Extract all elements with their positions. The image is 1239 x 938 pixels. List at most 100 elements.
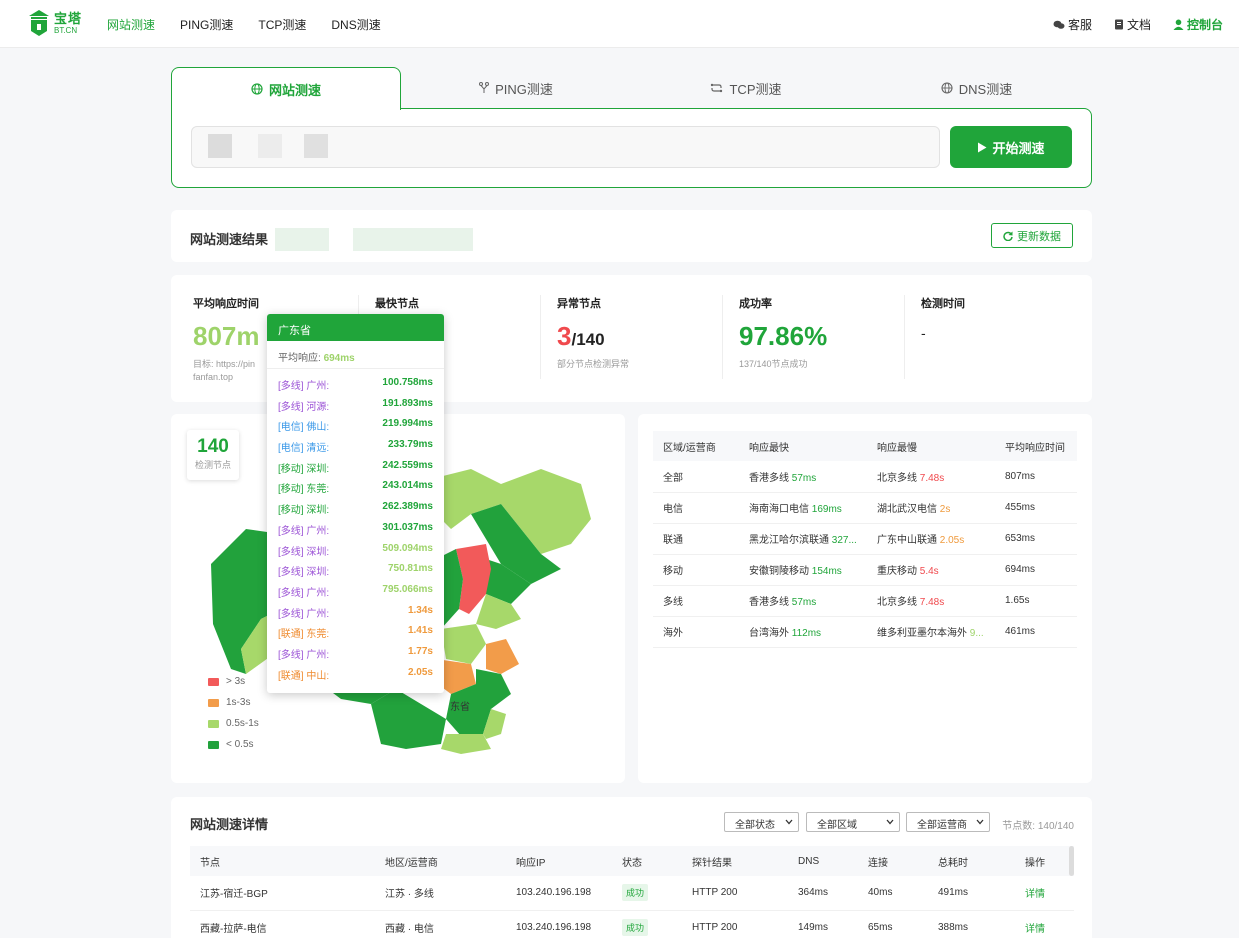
fastest-name: 海南海口电信 — [749, 504, 809, 515]
region-filter-select[interactable]: 全部区域 — [806, 812, 900, 832]
legend-item-1-3s[interactable]: 1s-3s — [208, 692, 259, 713]
refresh-data-button[interactable]: 更新数据 — [991, 223, 1073, 248]
top-nav: 宝塔 BT.CN 网站测速 PING测速 TCP测速 DNS测速 客服 文档 控… — [0, 0, 1239, 48]
th-ip: 响应IP — [506, 846, 612, 876]
nav-link-ping[interactable]: PING测速 — [180, 16, 233, 33]
detail-table-row[interactable]: 江苏-宿迁-BGP 江苏 · 多线 103.240.196.198 成功 HTTP 20… — [190, 876, 1074, 911]
tooltip-node-row: [移动] 深圳: 242.559ms — [267, 456, 444, 477]
isp-filter-select[interactable]: 全部运营商 — [906, 812, 990, 832]
fastest-name: 香港多线 — [749, 472, 789, 484]
redacted-block — [304, 134, 328, 158]
start-test-button[interactable]: 开始测速 — [950, 126, 1072, 168]
legend-swatch-orange — [208, 698, 219, 707]
map-region-yunnan-guizhou — [371, 689, 446, 749]
th-slowest: 响应最慢 — [867, 431, 995, 461]
fastest-cell: 香港多线 57ms — [739, 585, 867, 617]
fastest-value: 57ms — [791, 472, 817, 484]
detail-table-row[interactable]: 西藏-拉萨-电信 西藏 · 电信 103.240.196.198 成功 HTTP 200… — [190, 910, 1074, 938]
legend-item-05-1s[interactable]: 0.5s-1s — [208, 713, 259, 734]
fastest-name: 台湾海外 — [749, 628, 789, 639]
action-cell: 详情 — [1015, 876, 1074, 911]
slowest-cell: 北京多线 7.48s — [867, 585, 995, 617]
document-icon — [1114, 19, 1123, 30]
stat-rate-sub: 137/140节点成功 — [739, 359, 808, 369]
tab-ping[interactable]: PING测速 — [401, 67, 631, 109]
status-badge: 成功 — [622, 884, 649, 902]
region-table-header: 区域/运营商 响应最快 响应最慢 平均响应时间 — [653, 431, 1077, 461]
region-table-row: 全部 香港多线 57ms 北京多线 7.48s 807ms — [653, 461, 1077, 493]
nav-link-website-speed[interactable]: 网站测速 — [107, 16, 155, 33]
avg-cell: 653ms — [995, 523, 1077, 555]
region-isp-cell: 江苏 · 多线 — [375, 876, 506, 911]
chevron-down-icon — [886, 819, 894, 825]
stat-rate-value: 97.86% — [739, 321, 828, 351]
status-cell: 成功 — [612, 876, 682, 911]
result-header-card: 网站测速结果 更新数据 — [171, 210, 1092, 262]
tooltip-node-name: [移动] 深圳: — [278, 505, 330, 517]
tab-ping-label: PING测速 — [495, 81, 553, 97]
fastest-value: 154ms — [811, 566, 842, 577]
legend-swatch-green — [208, 740, 219, 749]
fastest-cell: 香港多线 57ms — [739, 461, 867, 493]
region-stats-card: 区域/运营商 响应最快 响应最慢 平均响应时间 全部 香港多线 57ms 北京多线 … — [638, 414, 1092, 783]
stat-abn-sub: 部分节点检测异常 — [557, 359, 630, 369]
tooltip-node-row: [多线] 广州: 795.066ms — [267, 580, 444, 601]
map-region-jiangsu — [486, 639, 519, 674]
tooltip-node-name: [移动] 深圳: — [278, 463, 330, 475]
tab-tcp[interactable]: TCP测速 — [631, 67, 861, 109]
tooltip-node-row: [多线] 广州: 100.758ms — [267, 373, 444, 394]
tooltip-node-row: [电信] 清远: 233.79ms — [267, 435, 444, 456]
slowest-value: 7.48s — [919, 597, 945, 608]
redacted-block — [258, 134, 282, 158]
detail-link[interactable]: 详情 — [1025, 924, 1045, 935]
connect-cell: 40ms — [858, 876, 928, 911]
th-total: 总耗时 — [928, 846, 1015, 876]
tooltip-avg: 平均响应: 694ms — [267, 341, 444, 369]
tooltip-node-value: 750.81ms — [387, 563, 433, 575]
redacted-block — [275, 228, 329, 251]
map-region-guangdong — [441, 734, 491, 754]
refresh-data-label: 更新数据 — [1017, 230, 1061, 243]
tooltip-node-value: 219.994ms — [382, 418, 433, 430]
nav-console-label: 控制台 — [1186, 18, 1223, 32]
nav-link-tcp[interactable]: TCP测速 — [258, 16, 306, 33]
fastest-cell: 海南海口电信 169ms — [739, 492, 867, 524]
nav-docs[interactable]: 文档 — [1114, 16, 1151, 33]
nav-support[interactable]: 客服 — [1053, 16, 1092, 33]
tab-dns[interactable]: DNS测速 — [861, 67, 1092, 109]
node-cell: 江苏-宿迁-BGP — [190, 876, 375, 911]
tooltip-node-value: 100.758ms — [382, 377, 433, 388]
redacted-block — [208, 134, 232, 158]
divider — [722, 295, 723, 379]
tooltip-node-name: [联通] 中山: — [278, 670, 330, 682]
total-cell: 491ms — [928, 876, 1015, 911]
route-icon — [711, 83, 723, 93]
tooltip-node-value: 1.34s — [407, 604, 433, 616]
detail-title: 网站测速详情 — [190, 817, 269, 832]
status-filter-select[interactable]: 全部状态 — [724, 812, 799, 832]
tooltip-node-name: [电信] 清远: — [278, 443, 330, 455]
fastest-value: 112ms — [791, 628, 822, 639]
th-region: 区域/运营商 — [653, 431, 739, 461]
detail-link[interactable]: 详情 — [1025, 889, 1045, 900]
legend-item-lt05s[interactable]: < 0.5s — [208, 734, 259, 755]
tooltip-node-name: [联通] 东莞: — [278, 629, 330, 641]
legend-item-gt3s[interactable]: > 3s — [208, 671, 259, 692]
region-cell: 全部 — [653, 461, 739, 493]
url-input[interactable] — [191, 126, 940, 168]
map-legend: > 3s 1s-3s 0.5s-1s < 0.5s — [208, 671, 259, 755]
tooltip-node-value: 233.79ms — [387, 439, 433, 451]
nav-console[interactable]: 控制台 — [1173, 16, 1223, 33]
tooltip-province: 广东省 — [267, 314, 444, 341]
slowest-name: 广东中山联通 — [877, 535, 937, 546]
nav-link-dns[interactable]: DNS测速 — [331, 16, 380, 33]
logo[interactable]: 宝塔 BT.CN — [28, 9, 82, 37]
tooltip-node-value: 262.389ms — [382, 501, 433, 513]
tab-website-speed[interactable]: 网站测速 — [171, 67, 401, 110]
search-panel: 开始测速 — [171, 108, 1092, 188]
tooltip-node-value: 1.77s — [407, 645, 433, 657]
stat-avg-target-line1: 目标: https://pin — [193, 359, 256, 369]
fastest-name: 安徽铜陵移动 — [749, 566, 809, 577]
tooltip-avg-label: 平均响应: — [278, 353, 321, 364]
detail-table-scrollbar[interactable] — [1069, 846, 1074, 876]
